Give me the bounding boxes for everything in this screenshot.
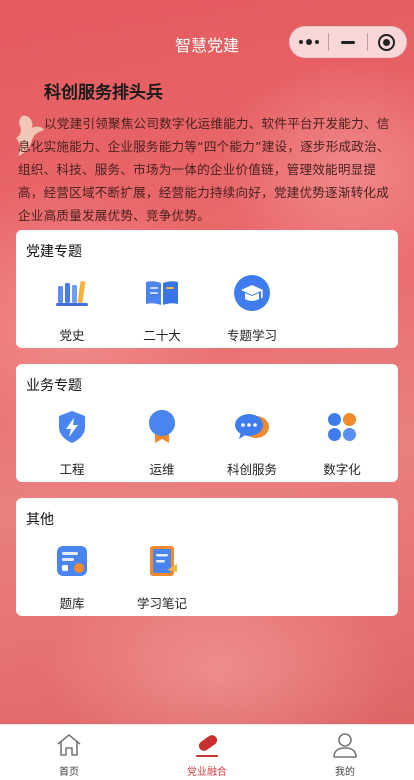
item-engineering[interactable]: 工程 (26, 408, 118, 478)
bottom-tab-bar: 首页 党业融合 我的 (0, 724, 414, 780)
item-label: 党史 (59, 328, 85, 343)
item-label: 专题学习 (226, 328, 277, 343)
item-label: 运维 (149, 462, 175, 477)
minimize-button[interactable] (329, 26, 367, 58)
item-question-bank[interactable]: 题库 (26, 542, 118, 612)
other-card: 其他 题库 学习笔记 (16, 498, 398, 616)
minus-icon (340, 40, 355, 44)
nav-header: 智慧党建 (0, 0, 414, 84)
item-twentieth-congress[interactable]: 二十大 (116, 274, 208, 344)
question-bank-icon (57, 546, 87, 576)
mini-program-capsule (289, 26, 407, 58)
tab-label: 党业融合 (187, 767, 227, 778)
target-icon (378, 33, 396, 51)
item-operations[interactable]: 运维 (116, 408, 208, 478)
tab-label: 首页 (59, 767, 79, 778)
tab-label: 我的 (335, 767, 355, 778)
item-label: 题库 (59, 596, 85, 611)
item-party-history[interactable]: 党史 (26, 274, 118, 344)
tab-party-business[interactable]: 党业融合 (138, 725, 276, 778)
tab-home[interactable]: 首页 (0, 725, 138, 778)
item-label: 二十大 (143, 328, 181, 343)
open-book-icon (146, 281, 178, 305)
graduation-cap-icon (234, 275, 270, 311)
item-digitalization[interactable]: 数字化 (296, 408, 388, 478)
item-label: 工程 (59, 462, 85, 477)
badge-icon (149, 410, 175, 443)
item-label: 数字化 (323, 462, 361, 477)
item-study-notes[interactable]: 学习笔记 (116, 542, 208, 612)
four-petal-icon (328, 413, 356, 441)
chat-bubbles-icon (235, 414, 269, 439)
tab-mine[interactable]: 我的 (276, 725, 414, 778)
books-icon (56, 281, 88, 306)
business-topics-card: 业务专题 工程 运维 科创服务 数字化 (16, 364, 398, 482)
more-menu-button[interactable] (290, 26, 328, 58)
party-topics-card: 党建专题 党史 二十大 专题学习 (16, 230, 398, 348)
lightning-shield-icon (59, 411, 85, 443)
other-title: 其他 (26, 512, 54, 528)
close-program-button[interactable] (368, 26, 406, 58)
home-icon (57, 734, 81, 756)
pill-icon (196, 735, 218, 757)
intro-text: 以党建引领聚焦公司数字化运维能力、软件平台开发能力、信息化实施能力、企业服务能力… (18, 116, 390, 223)
user-icon (333, 733, 357, 758)
notebook-icon (150, 546, 177, 576)
more-dots-icon (299, 39, 319, 45)
business-topics-title: 业务专题 (26, 378, 82, 394)
item-label: 科创服务 (226, 462, 277, 477)
item-label: 学习笔记 (136, 596, 187, 611)
party-topics-title: 党建专题 (26, 244, 82, 260)
item-special-study[interactable]: 专题学习 (206, 274, 298, 344)
item-tech-service[interactable]: 科创服务 (206, 408, 298, 478)
intro-title: 科创服务排头兵 (44, 83, 163, 103)
intro-section: 科创服务排头兵 以党建引领聚焦公司数字化运维能力、软件平台开发能力、信息化实施能… (18, 78, 398, 227)
